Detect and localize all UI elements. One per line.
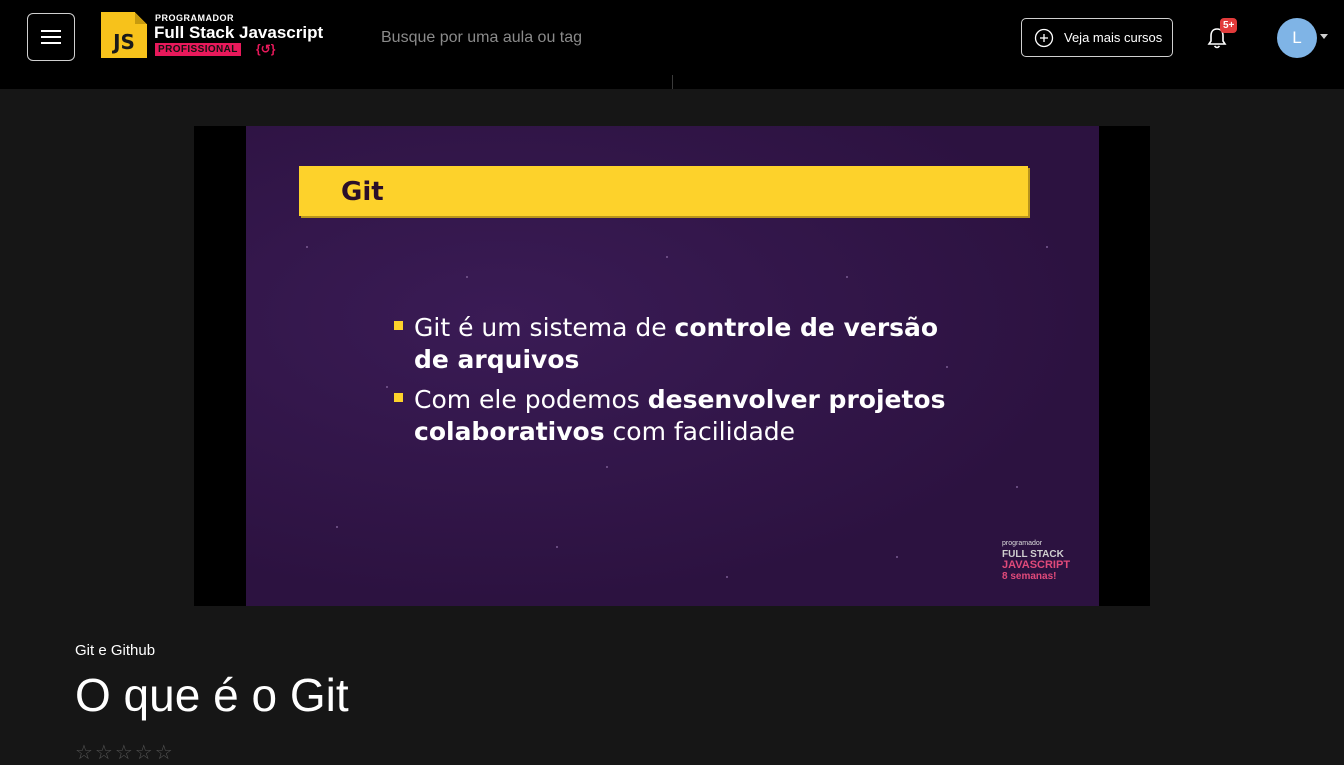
video-slide: Git Git é um sistema de controle de vers… [246, 126, 1099, 606]
slide-watermark-logo: programador FULL STACK JAVASCRIPT 8 sema… [1002, 540, 1071, 582]
menu-button[interactable] [27, 13, 75, 61]
notification-count-badge: 5+ [1220, 18, 1238, 33]
slide-bullet: Com ele podemos desenvolver projetos col… [394, 384, 974, 448]
top-navigation-bar: JS PROGRAMADOR Full Stack Javascript PRO… [0, 0, 1344, 89]
plus-circle-icon [1034, 28, 1054, 47]
bullet-square-icon [394, 393, 403, 402]
js-logo-badge: JS [101, 12, 147, 58]
slide-bullet: Git é um sistema de controle de versão d… [394, 312, 974, 376]
more-courses-button[interactable]: Veja mais cursos [1021, 18, 1173, 57]
header-divider [672, 75, 673, 89]
bullet-square-icon [394, 321, 403, 330]
slide-bullets: Git é um sistema de controle de versão d… [394, 312, 974, 456]
caret-down-icon[interactable] [1320, 34, 1328, 39]
logo-line-programador: PROGRAMADOR [155, 13, 234, 23]
logo-line-course: Full Stack Javascript [154, 23, 324, 42]
brand-logo[interactable]: JS PROGRAMADOR Full Stack Javascript PRO… [101, 12, 341, 60]
logo-refresh-badge: {↺} [256, 42, 276, 56]
search-input[interactable] [381, 26, 641, 50]
user-avatar[interactable]: L [1277, 18, 1317, 58]
lesson-title: O que é o Git [75, 669, 349, 721]
video-player[interactable]: Git Git é um sistema de controle de vers… [194, 126, 1150, 606]
lesson-rating-stars[interactable]: ☆☆☆☆☆ [75, 740, 175, 765]
hamburger-menu-icon [41, 30, 61, 44]
slide-title-bar: Git [299, 166, 1028, 216]
more-courses-label: Veja mais cursos [1064, 30, 1163, 45]
logo-line-profissional: PROFISSIONAL [155, 43, 241, 56]
slide-title: Git [341, 177, 384, 207]
module-name: Git e Github [75, 642, 156, 659]
